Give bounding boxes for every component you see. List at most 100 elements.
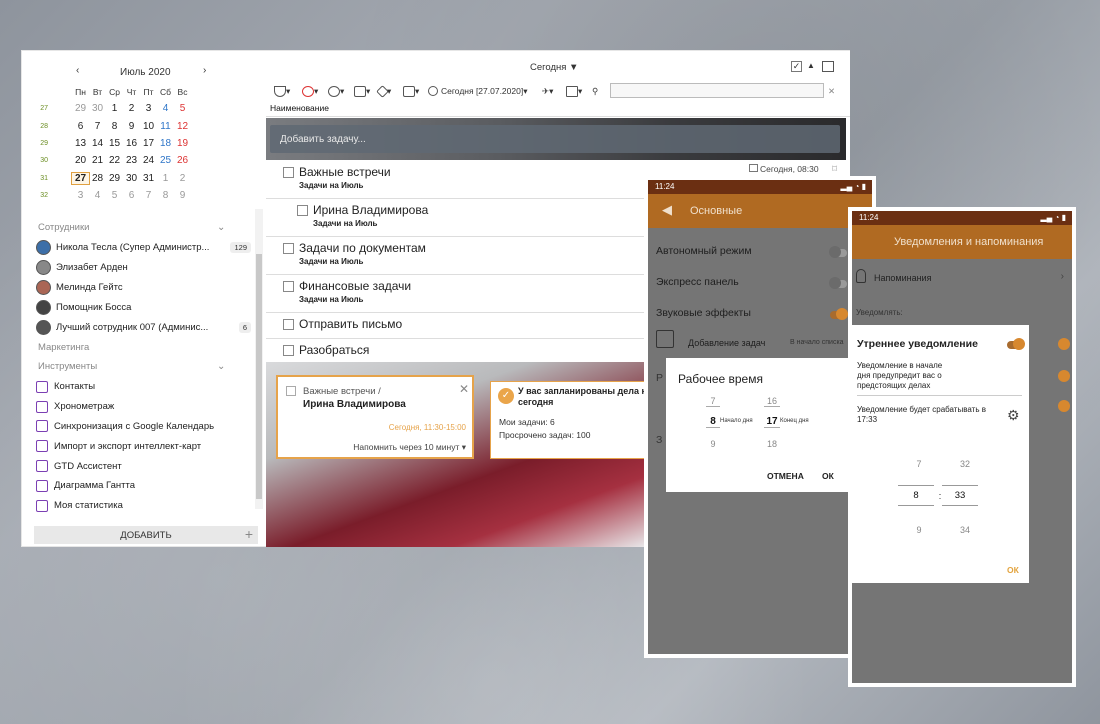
task-row[interactable]: Финансовые задачи Задачи на Июль xyxy=(266,275,646,313)
task-checkbox[interactable] xyxy=(297,205,308,216)
task-row[interactable]: Разобраться xyxy=(266,339,646,363)
sidebar-scrollbar[interactable] xyxy=(255,209,263,509)
calendar-day[interactable]: 22 xyxy=(106,155,123,166)
cancel-button[interactable]: ОТМЕНА xyxy=(767,471,804,481)
tools-section-label[interactable]: Инструменты xyxy=(38,361,97,372)
end-prev[interactable]: 16 xyxy=(764,396,780,407)
calendar-day[interactable]: 17 xyxy=(140,138,157,149)
calendar-icon[interactable]: ▾ xyxy=(403,84,419,98)
user-filter-icon[interactable]: ▾ xyxy=(328,84,344,98)
calendar-day[interactable]: 31 xyxy=(140,173,157,184)
tool-item[interactable]: Хронометраж xyxy=(36,397,251,417)
task-row[interactable]: Важные встречи Задачи на Июль xyxy=(266,161,646,199)
task-checkbox[interactable] xyxy=(283,345,294,356)
prev-month-button[interactable]: ‹ xyxy=(76,65,79,76)
toggle-3[interactable] xyxy=(1052,370,1070,382)
person-filter-icon[interactable]: ▾ xyxy=(302,84,318,98)
marketing-section-label[interactable]: Маркетинга xyxy=(38,342,89,353)
tool-item[interactable]: GTD Ассистент xyxy=(36,456,251,476)
calendar-day-today[interactable]: 27 xyxy=(71,171,90,185)
check-icon[interactable]: ✓ xyxy=(791,61,802,72)
back-arrow-icon[interactable]: ◀ xyxy=(662,202,672,218)
calendar-day[interactable]: 7 xyxy=(89,121,106,132)
calendar-day[interactable]: 20 xyxy=(72,155,89,166)
tool-item[interactable]: Моя статистика xyxy=(36,496,251,516)
minute-prev[interactable]: 32 xyxy=(956,459,974,469)
date-filter-dropdown[interactable]: Сегодня [27.07.2020] ▾ xyxy=(428,84,527,98)
chevron-down-icon[interactable]: ⌄ xyxy=(217,361,225,372)
calendar-day[interactable]: 29 xyxy=(106,173,123,184)
calendar-day[interactable]: 4 xyxy=(89,190,106,201)
start-next[interactable]: 9 xyxy=(706,439,720,449)
setting-toggle[interactable] xyxy=(829,277,847,289)
calendar-day[interactable]: 8 xyxy=(157,190,174,201)
calendar-day[interactable]: 15 xyxy=(106,138,123,149)
calendar-day[interactable]: 12 xyxy=(174,121,191,132)
toggle-2[interactable] xyxy=(1052,338,1070,350)
tool-item[interactable]: Синхронизация с Google Календарь xyxy=(36,417,251,437)
calendar-day[interactable]: 1 xyxy=(157,173,174,184)
next-month-button[interactable]: › xyxy=(203,65,206,76)
pin-icon[interactable]: ✈▾ xyxy=(542,84,553,98)
calendar-day[interactable]: 25 xyxy=(157,155,174,166)
calendar-day[interactable]: 6 xyxy=(72,121,89,132)
calendar-day[interactable]: 9 xyxy=(123,121,140,132)
employees-section-label[interactable]: Сотрудники xyxy=(38,222,89,233)
minute-next[interactable]: 34 xyxy=(956,525,974,535)
maximize-icon[interactable] xyxy=(822,61,834,72)
task-checkbox[interactable] xyxy=(283,281,294,292)
tool-item[interactable]: Контакты xyxy=(36,377,251,397)
calendar-day[interactable]: 7 xyxy=(140,190,157,201)
calendar-day[interactable]: 5 xyxy=(174,103,191,114)
calendar-day[interactable]: 24 xyxy=(140,155,157,166)
calendar-day[interactable]: 19 xyxy=(174,138,191,149)
calendar-day[interactable]: 21 xyxy=(89,155,106,166)
ok-button[interactable]: ОК xyxy=(822,471,834,481)
minute-value[interactable]: 33 xyxy=(942,485,978,506)
tool-item[interactable]: Диаграмма Гантта xyxy=(36,476,251,496)
reminder-popup[interactable]: Важные встречи / Ирина Владимирова ✕ Сег… xyxy=(276,375,474,459)
calendar-day[interactable]: 14 xyxy=(89,138,106,149)
ok-button[interactable]: ОК xyxy=(1007,565,1019,575)
reminder-checkbox[interactable] xyxy=(286,386,296,396)
task-row[interactable]: Ирина Владимирова Задачи на Июль xyxy=(266,199,646,237)
hour-prev[interactable]: 7 xyxy=(912,459,926,469)
calendar-day[interactable]: 5 xyxy=(106,190,123,201)
toggle-4[interactable] xyxy=(1052,400,1070,412)
task-row[interactable]: Задачи по документам Задачи на Июль xyxy=(266,237,646,275)
column-header-name[interactable]: Наименование xyxy=(266,103,850,117)
checkbox-filter-icon[interactable]: ▾ xyxy=(566,84,582,98)
calendar-day[interactable]: 11 xyxy=(157,121,174,132)
add-task-input[interactable]: Добавить задачу... xyxy=(270,125,840,153)
start-prev[interactable]: 7 xyxy=(706,396,720,407)
tag-icon[interactable]: ▾ xyxy=(376,84,391,98)
summary-popup[interactable]: ✓ У вас запланированы дела на сегодня Мо… xyxy=(490,381,646,459)
add-button[interactable]: ДОБАВИТЬ + xyxy=(34,526,258,544)
view-dropdown[interactable]: Сегодня ▼ xyxy=(530,62,578,73)
calendar-day[interactable]: 30 xyxy=(89,103,106,114)
calendar-day[interactable]: 26 xyxy=(174,155,191,166)
task-row[interactable]: Отправить письмо xyxy=(266,313,646,339)
calendar-day[interactable]: 8 xyxy=(106,121,123,132)
calendar-day[interactable]: 4 xyxy=(157,103,174,114)
calendar-day[interactable]: 6 xyxy=(123,190,140,201)
calendar-day[interactable]: 3 xyxy=(72,190,89,201)
remind-later-dropdown[interactable]: Напомнить через 10 минут ▾ xyxy=(353,442,466,453)
employee-item[interactable]: Лучший сотрудник 007 (Админис... 6 xyxy=(36,317,251,337)
calendar-day[interactable]: 3 xyxy=(140,103,157,114)
end-next[interactable]: 18 xyxy=(764,439,780,449)
calendar-day[interactable]: 18 xyxy=(157,138,174,149)
task-checkbox[interactable] xyxy=(283,319,294,330)
calendar-day[interactable]: 13 xyxy=(72,138,89,149)
chevron-down-icon[interactable]: ⌄ xyxy=(217,222,225,233)
employee-item[interactable]: Элизабет Арден xyxy=(36,257,251,277)
add-tasks-value[interactable]: В начало списка xyxy=(790,339,844,346)
calendar-day[interactable]: 28 xyxy=(89,173,106,184)
calendar-day[interactable]: 23 xyxy=(123,155,140,166)
folder-icon[interactable]: ▾ xyxy=(354,84,370,98)
start-hour[interactable]: 8 xyxy=(706,416,720,428)
calendar-day[interactable]: 30 xyxy=(123,173,140,184)
setting-label[interactable]: Звуковые эффекты xyxy=(656,307,751,319)
setting-label[interactable]: Автономный режим xyxy=(656,245,752,257)
hour-value[interactable]: 8 xyxy=(898,485,934,506)
